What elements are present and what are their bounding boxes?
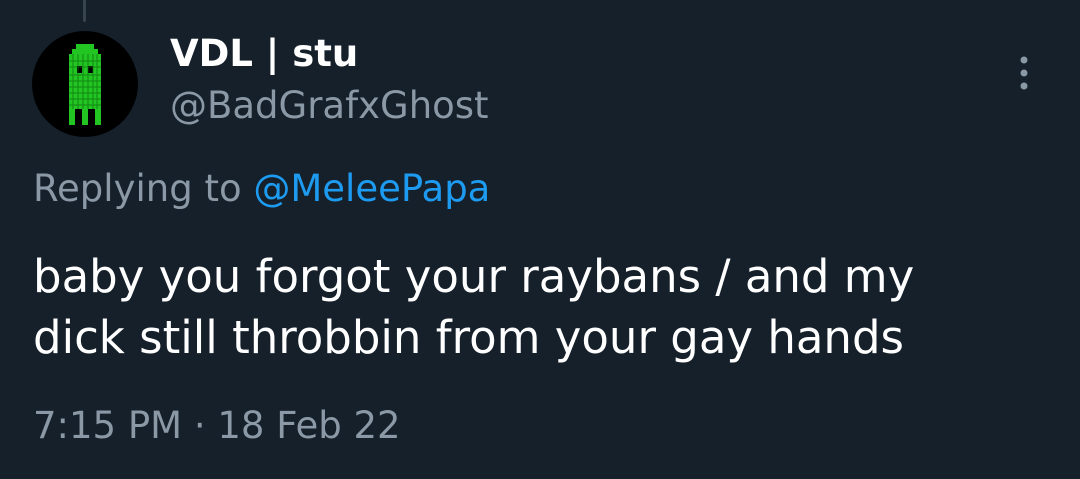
tweet-text: baby you forgot your raybans / and my di… (33, 246, 1043, 368)
replying-to-label: Replying to (33, 167, 242, 210)
pixel-ghost-icon (69, 44, 101, 125)
tweet-time: 7:15 PM (33, 404, 183, 447)
thread-connector-line (83, 0, 86, 22)
tweet-date: 18 Feb 22 (217, 404, 401, 447)
replying-to-line: Replying to @MeleePapa (33, 165, 490, 213)
tweet-text-line: baby you forgot your raybans / and my (33, 250, 915, 303)
author-display-name[interactable]: VDL | stu (170, 30, 358, 78)
meta-separator: · (193, 404, 206, 447)
author-handle[interactable]: @BadGrafxGhost (170, 82, 489, 130)
more-vertical-icon[interactable] (1008, 54, 1040, 94)
tweet-timestamp[interactable]: 7:15 PM · 18 Feb 22 (33, 402, 401, 450)
reply-mention-link[interactable]: @MeleePapa (253, 167, 490, 210)
avatar[interactable] (32, 31, 138, 137)
tweet-text-line: dick still throbbin from your gay hands (33, 311, 904, 364)
